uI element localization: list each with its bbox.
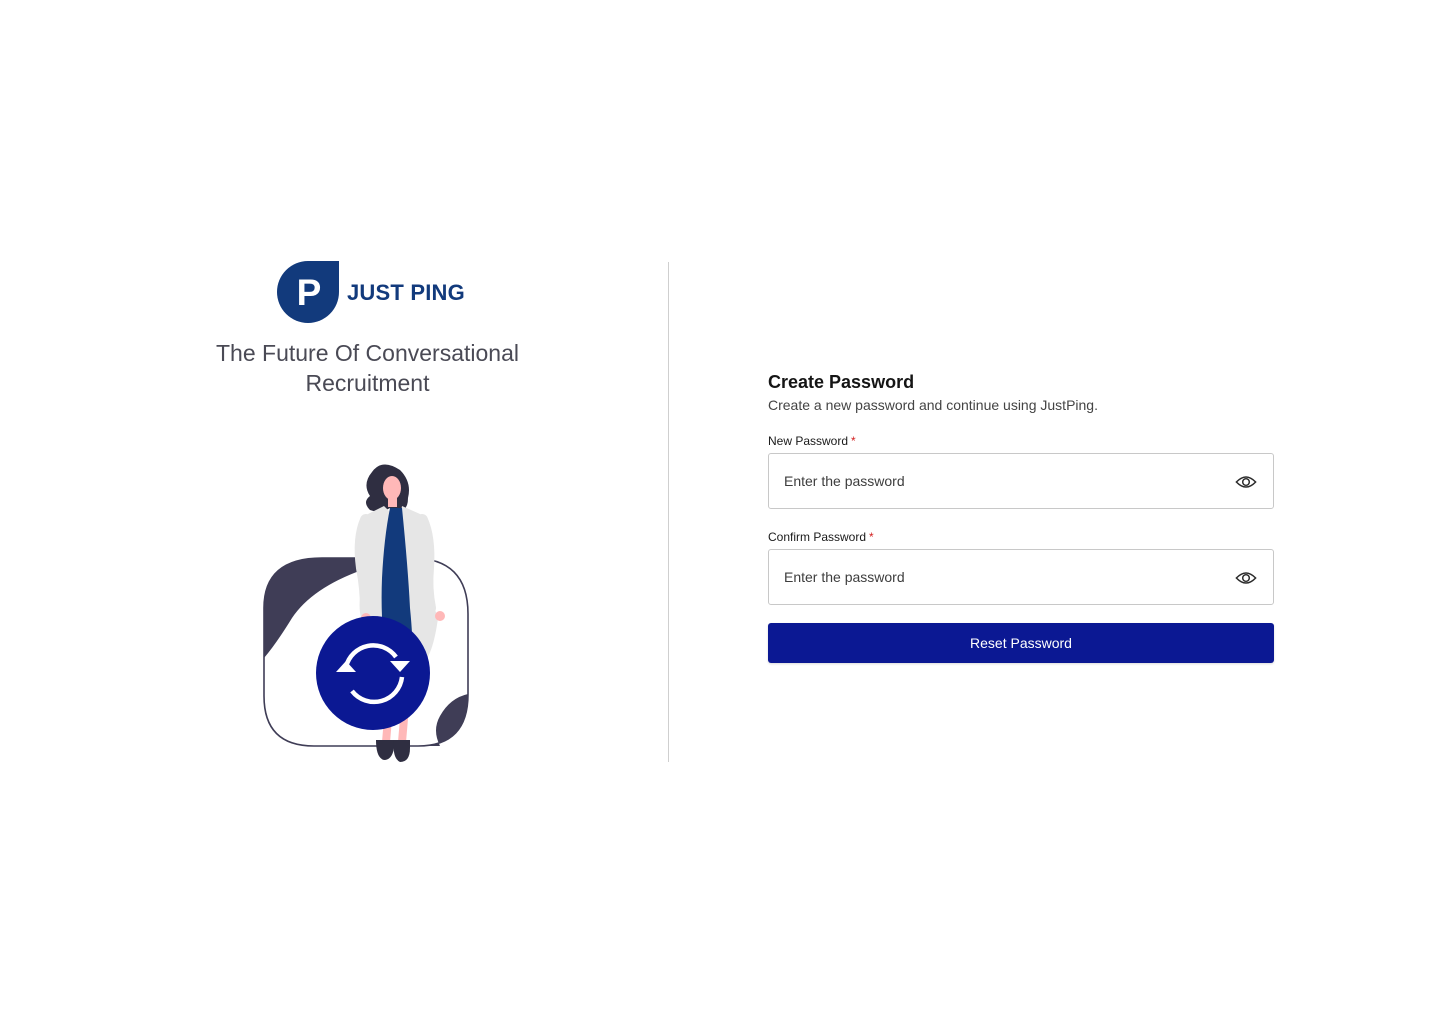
brand-name: JUST PING — [347, 280, 465, 305]
reset-illustration — [263, 464, 469, 762]
form-subtitle: Create a new password and continue using… — [768, 397, 1098, 413]
justping-logo-icon: P — [277, 261, 339, 323]
brand-logo: P JUST PING — [276, 260, 465, 324]
logo-letter: P — [297, 272, 322, 313]
confirm-password-input-wrap — [768, 549, 1274, 605]
tagline: The Future Of Conversational Recruitment — [180, 338, 555, 398]
required-mark: * — [851, 434, 856, 448]
new-password-label: New Password * — [768, 433, 1274, 449]
confirm-password-label-text: Confirm Password — [768, 530, 867, 544]
new-password-field: New Password * — [768, 433, 1274, 509]
new-password-label-text: New Password — [768, 434, 849, 448]
branding-panel: P JUST PING The Future Of Conversational… — [180, 258, 555, 768]
confirm-password-label: Confirm Password * — [768, 529, 1274, 545]
new-password-input-wrap — [768, 453, 1274, 509]
tagline-line-2: Recruitment — [305, 370, 430, 396]
confirm-password-field: Confirm Password * — [768, 529, 1274, 605]
required-mark: * — [869, 530, 874, 544]
confirm-password-input[interactable] — [769, 550, 1273, 604]
create-password-form: Create Password Create a new password an… — [768, 370, 1274, 663]
reset-password-button[interactable]: Reset Password — [768, 623, 1274, 663]
new-password-input[interactable] — [769, 454, 1273, 508]
eye-icon[interactable] — [1235, 567, 1257, 589]
panel-divider — [668, 262, 669, 762]
tagline-line-1: The Future Of Conversational — [216, 340, 519, 366]
eye-icon[interactable] — [1235, 471, 1257, 493]
refresh-icon — [316, 616, 430, 730]
form-title: Create Password — [768, 372, 915, 392]
